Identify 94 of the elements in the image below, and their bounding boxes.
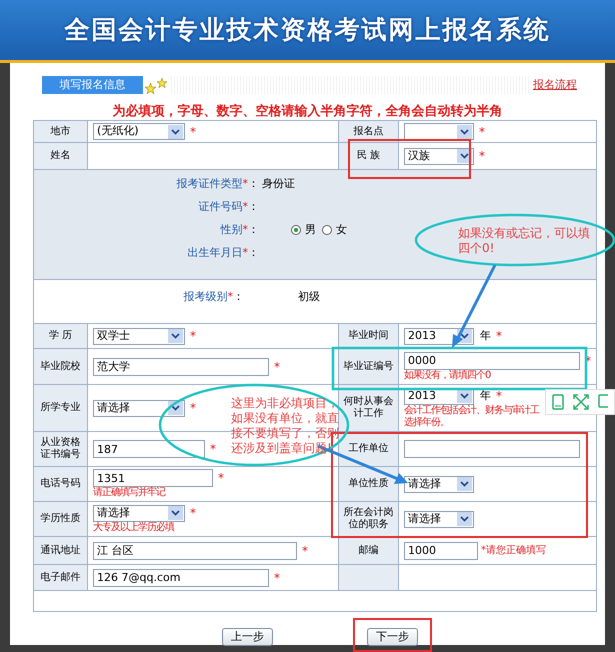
field-label: 所学专业 bbox=[34, 385, 88, 431]
hint-text: 如果没有，请填四个0 bbox=[404, 370, 492, 382]
field-label: 出生年月日 bbox=[188, 245, 242, 261]
select-field[interactable]: (无纸化) bbox=[93, 123, 185, 140]
unit-label: 年 bbox=[480, 328, 491, 344]
caret-icon bbox=[168, 124, 183, 138]
field-label: 电话号码 bbox=[34, 467, 88, 501]
colon-text: ： bbox=[248, 245, 259, 261]
field-label: 地市 bbox=[34, 121, 88, 142]
window-icon[interactable] bbox=[598, 394, 608, 410]
required-mark: * bbox=[242, 176, 248, 192]
field-label: 所在会计岗位的职务 bbox=[339, 502, 399, 536]
field-label: 毕业证编号 bbox=[339, 349, 399, 384]
field-label: 邮编 bbox=[339, 537, 399, 564]
input-field[interactable]: 范大学 bbox=[93, 358, 269, 376]
field-label: 学历性质 bbox=[34, 502, 88, 536]
required-mark: * bbox=[228, 289, 233, 306]
input-field[interactable]: 江 台区 bbox=[93, 542, 297, 560]
option-label: 男 bbox=[305, 222, 316, 238]
input-field[interactable]: 187 bbox=[93, 440, 205, 458]
field-label: 毕业院校 bbox=[34, 349, 88, 384]
required-mark: * bbox=[496, 328, 502, 345]
colon-text: ： bbox=[248, 176, 259, 192]
field-label: 学 历 bbox=[34, 324, 88, 348]
star-icon bbox=[145, 82, 156, 94]
unit-label: 年 bbox=[480, 388, 491, 404]
annotation-text: 如果没有或忘记，可以填四个0! bbox=[458, 226, 591, 256]
hint-text: 请正确填写并牢记 bbox=[93, 487, 166, 499]
input-field[interactable] bbox=[404, 440, 580, 458]
select-field[interactable]: 请选择 bbox=[93, 504, 185, 522]
field-label: 从业资格证书编号 bbox=[34, 432, 88, 466]
field-label: 姓名 bbox=[34, 143, 88, 169]
required-mark: * bbox=[190, 124, 196, 140]
field-label: 单位性质 bbox=[339, 467, 399, 501]
hint-text: 选择年份。 bbox=[404, 417, 450, 429]
caret-icon bbox=[168, 329, 183, 343]
required-notice: 为必填项，字母、数字、空格请输入半角字符，全角会自动转为半角 bbox=[112, 104, 502, 120]
caret-icon bbox=[457, 512, 472, 526]
required-mark: * bbox=[274, 358, 280, 376]
select-field[interactable]: 请选择 bbox=[404, 476, 474, 492]
radio-button[interactable] bbox=[291, 225, 301, 236]
caret-icon bbox=[168, 506, 183, 520]
expand-icon[interactable] bbox=[573, 394, 589, 410]
field-label: 证件号码 bbox=[198, 199, 242, 215]
required-mark: * bbox=[210, 441, 216, 458]
field-label: 民 族 bbox=[339, 143, 399, 169]
field-label: 电子邮件 bbox=[34, 565, 88, 590]
required-mark: * bbox=[479, 148, 485, 165]
field-label: 毕业时间 bbox=[339, 324, 399, 348]
step-button[interactable]: 下一步 bbox=[367, 628, 418, 646]
colon-text: ： bbox=[248, 222, 259, 238]
required-mark: * bbox=[274, 570, 280, 586]
required-mark: * bbox=[479, 124, 485, 140]
field-label: 性别 bbox=[220, 222, 242, 238]
select-field[interactable]: 汉族 bbox=[404, 148, 474, 164]
required-mark: * bbox=[496, 388, 502, 405]
banner-title: 全国会计专业技术资格考试网上报名系统 bbox=[64, 14, 550, 46]
input-field[interactable]: 1351 bbox=[93, 469, 213, 487]
field-label: 报名点 bbox=[339, 121, 399, 142]
input-field[interactable]: 0000 bbox=[404, 352, 580, 370]
select-field[interactable]: 2013 bbox=[404, 328, 474, 344]
field-label: 何时从事会计工作 bbox=[339, 385, 399, 431]
required-mark: * bbox=[218, 470, 224, 487]
select-field[interactable] bbox=[404, 123, 474, 140]
input-field[interactable]: 1000 bbox=[404, 542, 478, 560]
field-label: 报考证件类型 bbox=[176, 176, 242, 192]
colon-text: ： bbox=[248, 199, 259, 215]
select-field[interactable]: 请选择 bbox=[93, 400, 185, 416]
colon-text: ： bbox=[233, 289, 244, 306]
process-link[interactable]: 报名流程 bbox=[533, 76, 577, 94]
radio-button[interactable] bbox=[322, 225, 332, 236]
select-field[interactable]: 请选择 bbox=[404, 510, 474, 528]
caret-icon bbox=[457, 124, 472, 138]
required-mark: * bbox=[190, 400, 196, 417]
required-mark: * bbox=[242, 222, 248, 238]
field-label: 通讯地址 bbox=[34, 537, 88, 564]
step-button[interactable]: 上一步 bbox=[222, 628, 273, 646]
hint-text: 大专及以上学历必填 bbox=[93, 522, 176, 534]
field-label: 报考级别 bbox=[184, 289, 228, 306]
tablet-icon[interactable] bbox=[552, 394, 564, 410]
required-mark: * bbox=[190, 328, 196, 345]
hint-text: 会计工作包括会计、财务与审计工 bbox=[404, 405, 540, 416]
input-field[interactable]: 126 7@qq.com bbox=[93, 568, 269, 586]
star-icon bbox=[157, 78, 167, 88]
field-value: 身份证 bbox=[262, 176, 295, 192]
select-field[interactable]: 双学士 bbox=[93, 328, 185, 344]
required-mark: * bbox=[242, 245, 248, 261]
option-label: 女 bbox=[336, 222, 347, 238]
required-mark: * bbox=[302, 542, 308, 560]
caret-icon bbox=[457, 477, 472, 491]
required-mark: * bbox=[242, 199, 248, 215]
field-value: 初级 bbox=[297, 289, 321, 306]
required-mark: * bbox=[190, 505, 196, 522]
hint-text: *请您正确填写 bbox=[481, 544, 546, 558]
